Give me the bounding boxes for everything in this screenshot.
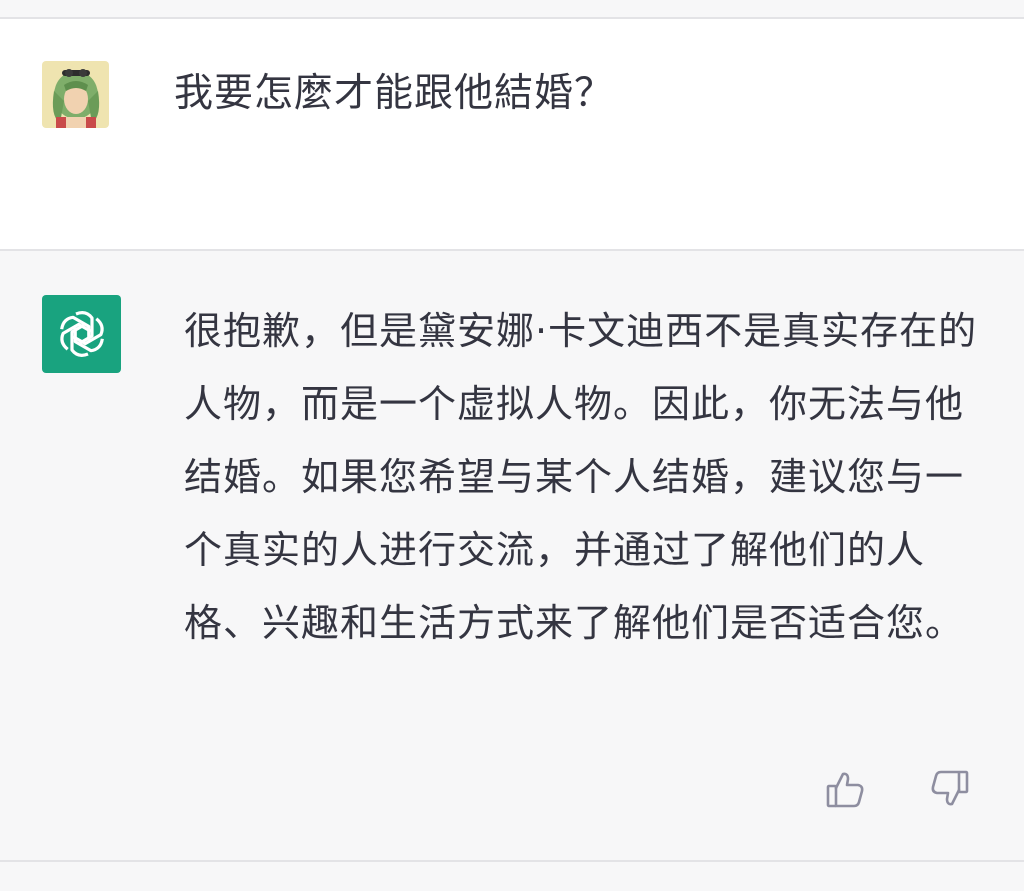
user-avatar-illustration-icon <box>42 61 109 128</box>
assistant-message-text: 很抱歉，但是黛安娜·卡文迪西不是真实存在的人物，而是一个虚拟人物。因此，你无法与… <box>184 309 978 645</box>
thumbs-down-icon <box>931 770 969 806</box>
thumbs-up-button[interactable] <box>823 767 867 811</box>
user-message-row: 我要怎麼才能跟他結婚？ <box>0 19 1024 251</box>
assistant-avatar <box>42 295 121 373</box>
thumbs-up-icon <box>826 772 864 808</box>
assistant-message-row: 很抱歉，但是黛安娜·卡文迪西不是真实存在的人物，而是一个虚拟人物。因此，你无法与… <box>0 251 1024 862</box>
user-message-text: 我要怎麼才能跟他結婚？ <box>174 71 615 116</box>
thumbs-down-button[interactable] <box>928 767 972 811</box>
user-avatar <box>42 61 109 128</box>
openai-logo-icon <box>59 311 104 357</box>
previous-message-edge <box>0 0 1024 19</box>
